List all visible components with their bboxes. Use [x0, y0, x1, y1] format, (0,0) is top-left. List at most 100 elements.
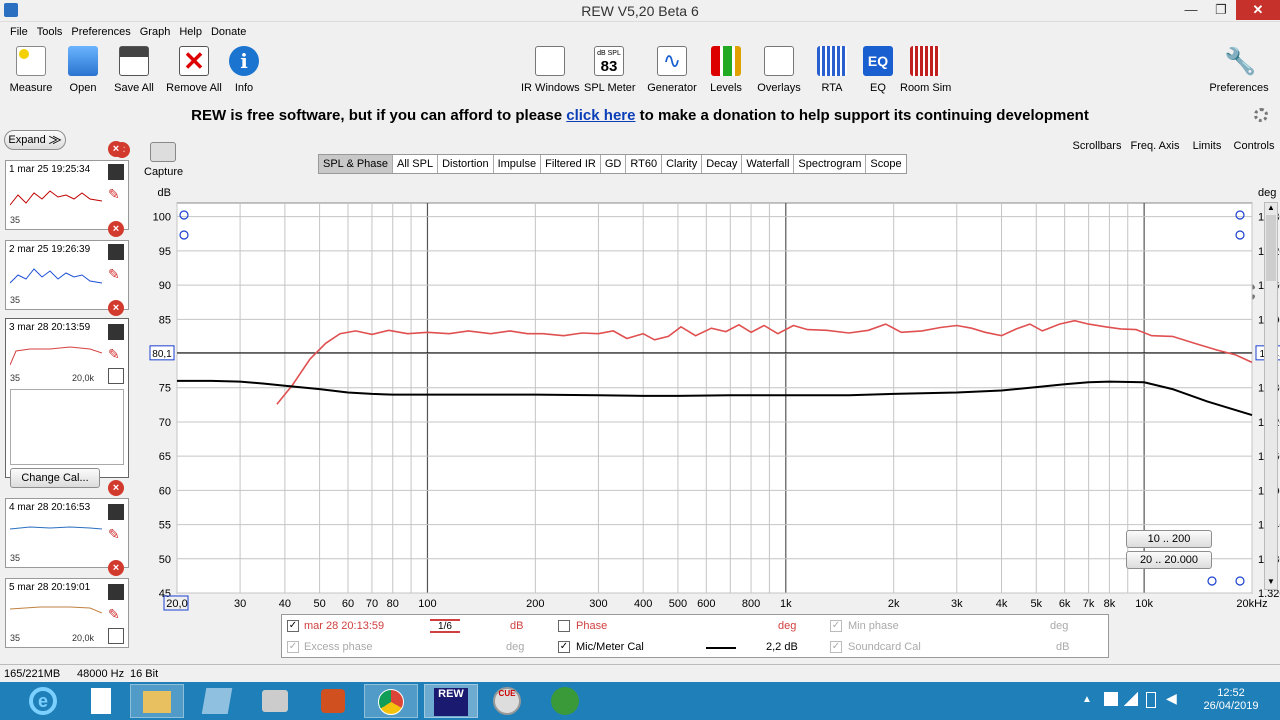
taskbar-app-icon[interactable] — [190, 684, 244, 718]
edit-curve-icon[interactable] — [108, 584, 124, 600]
generator-button[interactable]: ∿ Generator — [646, 46, 698, 94]
range-20-20000-button[interactable]: 20 .. 20.000 — [1126, 551, 1212, 569]
tab-spl-phase[interactable]: SPL & Phase — [319, 155, 394, 173]
tab-gd[interactable]: GD — [601, 155, 627, 173]
range-10-200-button[interactable]: 10 .. 200 — [1126, 530, 1212, 548]
y-unit-label: dB — [158, 187, 171, 199]
taskbar-globe-icon[interactable] — [538, 684, 592, 718]
tray-battery-icon[interactable] — [1146, 692, 1156, 708]
pen-icon[interactable]: ✎ — [108, 606, 124, 622]
soundcard-cal-checkbox[interactable]: ✓ — [830, 641, 842, 653]
tab-distortion[interactable]: Distortion — [438, 155, 494, 173]
min-phase-checkbox[interactable]: ✓ — [830, 620, 842, 632]
remove-measurement-icon[interactable]: × — [108, 300, 124, 316]
tab-filtered-ir[interactable]: Filtered IR — [541, 155, 601, 173]
remove-measurement-icon[interactable]: × — [108, 141, 124, 157]
save-all-button[interactable]: Save All — [110, 46, 158, 94]
freq-axis-button[interactable]: Freq. Axis — [1128, 140, 1182, 304]
scroll-down-arrow[interactable]: ▼ — [1265, 577, 1277, 589]
remove-measurement-icon[interactable]: × — [108, 221, 124, 237]
pen-icon[interactable]: ✎ — [108, 346, 124, 362]
info-doc-icon[interactable] — [108, 368, 124, 384]
controls-button[interactable]: Controls — [1232, 140, 1276, 304]
scroll-thumb[interactable] — [1266, 215, 1276, 281]
phase-checkbox[interactable] — [558, 620, 570, 632]
y-tick-label: 75 — [159, 383, 171, 395]
taskbar-rew-icon[interactable]: REW — [424, 684, 478, 718]
close-button[interactable]: ✕ — [1236, 0, 1280, 20]
excess-phase-checkbox[interactable]: ✓ — [287, 641, 299, 653]
taskbar-chrome-icon[interactable] — [364, 684, 418, 718]
capture-button[interactable]: Capture — [144, 142, 183, 178]
levels-button[interactable]: Levels — [706, 46, 746, 94]
mic-cal-checkbox[interactable]: ✓ — [558, 641, 570, 653]
menu-donate[interactable]: Donate — [211, 23, 246, 41]
overlays-button[interactable]: Overlays — [756, 46, 802, 94]
measurement-label: 2 mar 25 19:26:39 — [9, 244, 91, 255]
cursor-value-left: 80,1 — [152, 349, 172, 360]
menu-file[interactable]: File — [10, 23, 28, 41]
edit-curve-icon[interactable] — [108, 324, 124, 340]
expand-button[interactable]: Expand ⨠ — [4, 130, 66, 150]
tray-network-icon[interactable] — [1104, 692, 1118, 706]
taskbar-file-icon[interactable] — [74, 684, 128, 718]
measurement-notes[interactable] — [10, 389, 124, 465]
pen-icon[interactable]: ✎ — [108, 186, 124, 202]
measure-icon — [16, 46, 46, 76]
menu-help[interactable]: Help — [179, 23, 202, 41]
smoothing-indicator[interactable]: 1/6 — [430, 619, 460, 633]
taskbar-explorer-icon[interactable] — [130, 684, 184, 718]
tab-spectrogram[interactable]: Spectrogram — [794, 155, 867, 173]
vertical-scrollbar[interactable]: ▲ ▼ — [1264, 202, 1278, 590]
remove-all-button[interactable]: ✕ Remove All — [166, 46, 222, 94]
tray-signal-icon[interactable] — [1124, 692, 1138, 706]
start-button[interactable]: e — [18, 684, 68, 718]
room-sim-button[interactable]: Room Sim — [900, 46, 951, 94]
taskbar-cue-icon[interactable]: CUE — [480, 684, 534, 718]
tray-volume-icon[interactable]: ◀ — [1166, 690, 1177, 707]
tab-waterfall[interactable]: Waterfall — [742, 155, 795, 173]
tab-scope[interactable]: Scope — [866, 155, 905, 173]
remove-measurement-icon[interactable]: × — [108, 560, 124, 576]
tab-clarity[interactable]: Clarity — [662, 155, 703, 173]
preferences-button[interactable]: 🔧 Preferences — [1206, 46, 1272, 94]
edit-curve-icon[interactable] — [108, 504, 124, 520]
scroll-up-arrow[interactable]: ▲ — [1265, 203, 1277, 215]
pen-icon[interactable]: ✎ — [108, 526, 124, 542]
open-button[interactable]: Open — [62, 46, 104, 94]
banner-settings-icon[interactable] — [1254, 108, 1268, 125]
info-button[interactable]: i Info — [226, 46, 262, 94]
menu-tools[interactable]: Tools — [37, 23, 63, 41]
taskbar-photo-icon[interactable] — [248, 684, 302, 718]
tray-up-arrow[interactable]: ▲ — [1082, 694, 1092, 705]
menu-preferences[interactable]: Preferences — [71, 23, 130, 41]
tab-all-spl[interactable]: All SPL — [393, 155, 439, 173]
donate-link[interactable]: click here — [566, 107, 635, 124]
tab-impulse[interactable]: Impulse — [494, 155, 542, 173]
ir-windows-button[interactable]: IR Windows — [521, 46, 580, 94]
measurement-card-3[interactable]: 3 mar 28 20:13:59 35 20,0k — [5, 318, 129, 478]
edit-curve-icon[interactable] — [108, 164, 124, 180]
rta-button[interactable]: RTA — [814, 46, 850, 94]
edit-curve-icon[interactable] — [108, 244, 124, 260]
measure-button[interactable]: Measure — [8, 46, 54, 94]
scrollbars-button[interactable]: Scrollbars — [1072, 140, 1122, 304]
restore-button[interactable]: ❐ — [1206, 0, 1236, 20]
measurement-checkbox[interactable]: ✓ — [287, 620, 299, 632]
remove-measurement-icon[interactable]: × — [108, 480, 124, 496]
clock[interactable]: 12:52 26/04/2019 — [1196, 687, 1266, 713]
tab-rt60[interactable]: RT60 — [626, 155, 663, 173]
info-doc-icon[interactable] — [108, 628, 124, 644]
menu-graph[interactable]: Graph — [140, 23, 171, 41]
taskbar-fox-icon[interactable] — [306, 684, 360, 718]
legend-mic-cal-label: Mic/Meter Cal — [576, 641, 644, 653]
tab-decay[interactable]: Decay — [702, 155, 743, 173]
eq-button[interactable]: EQ EQ — [860, 46, 896, 94]
measurement-thumb-5 — [10, 606, 102, 614]
spl-meter-button[interactable]: dB SPL 83 SPL Meter — [584, 46, 636, 94]
limits-button[interactable]: ↔ Limits — [1186, 140, 1228, 304]
minimize-button[interactable]: — — [1176, 0, 1206, 20]
pen-icon[interactable]: ✎ — [108, 266, 124, 282]
spl-phase-chart[interactable]: 20,0 30 40 50 60 70 80 100 200 300 400 500 600 800 1k 2… — [140, 182, 1280, 612]
change-cal-button[interactable]: Change Cal... — [10, 468, 100, 488]
